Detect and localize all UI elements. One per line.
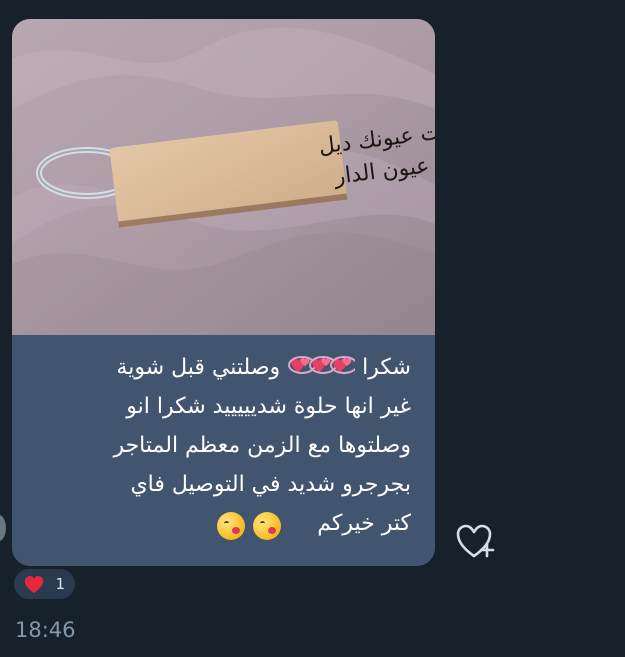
avatar[interactable] [0, 514, 6, 542]
reaction-count: 1 [55, 574, 65, 593]
message-time: 18:46 [15, 618, 76, 642]
kiss-emoji-icon [253, 512, 281, 540]
message-line-2: غير انها حلوة شديييييد شكرا انو [126, 394, 411, 419]
revolving-hearts-icon [288, 356, 356, 374]
keychain-photo: ولما لقيت عيونك ديل بديت أنعشو عيون الدا… [12, 19, 435, 335]
kiss-emoji-row [217, 512, 281, 540]
message-photo[interactable]: ولما لقيت عيونك ديل بديت أنعشو عيون الدا… [12, 19, 435, 335]
reaction-chip[interactable]: 1 [14, 569, 75, 599]
message-line-4: بجرجرو شديد في التوصيل فاي [130, 472, 411, 497]
message-line-1-main: شكرا [362, 355, 411, 380]
heart-icon [24, 575, 44, 593]
message-bubble[interactable]: ولما لقيت عيونك ديل بديت أنعشو عيون الدا… [12, 19, 435, 566]
heart-plus-icon[interactable] [454, 522, 498, 562]
message-line-1: شكرا وصلتني قبل شوية [41, 348, 411, 387]
kiss-emoji-icon [217, 512, 245, 540]
message-line-3: وصلتوها مع الزمن معظم المتاجر [113, 433, 411, 458]
message-line-5-text: كتر خيركم [317, 511, 411, 536]
message-line-1-rest: وصلتني قبل شوية [116, 355, 281, 380]
